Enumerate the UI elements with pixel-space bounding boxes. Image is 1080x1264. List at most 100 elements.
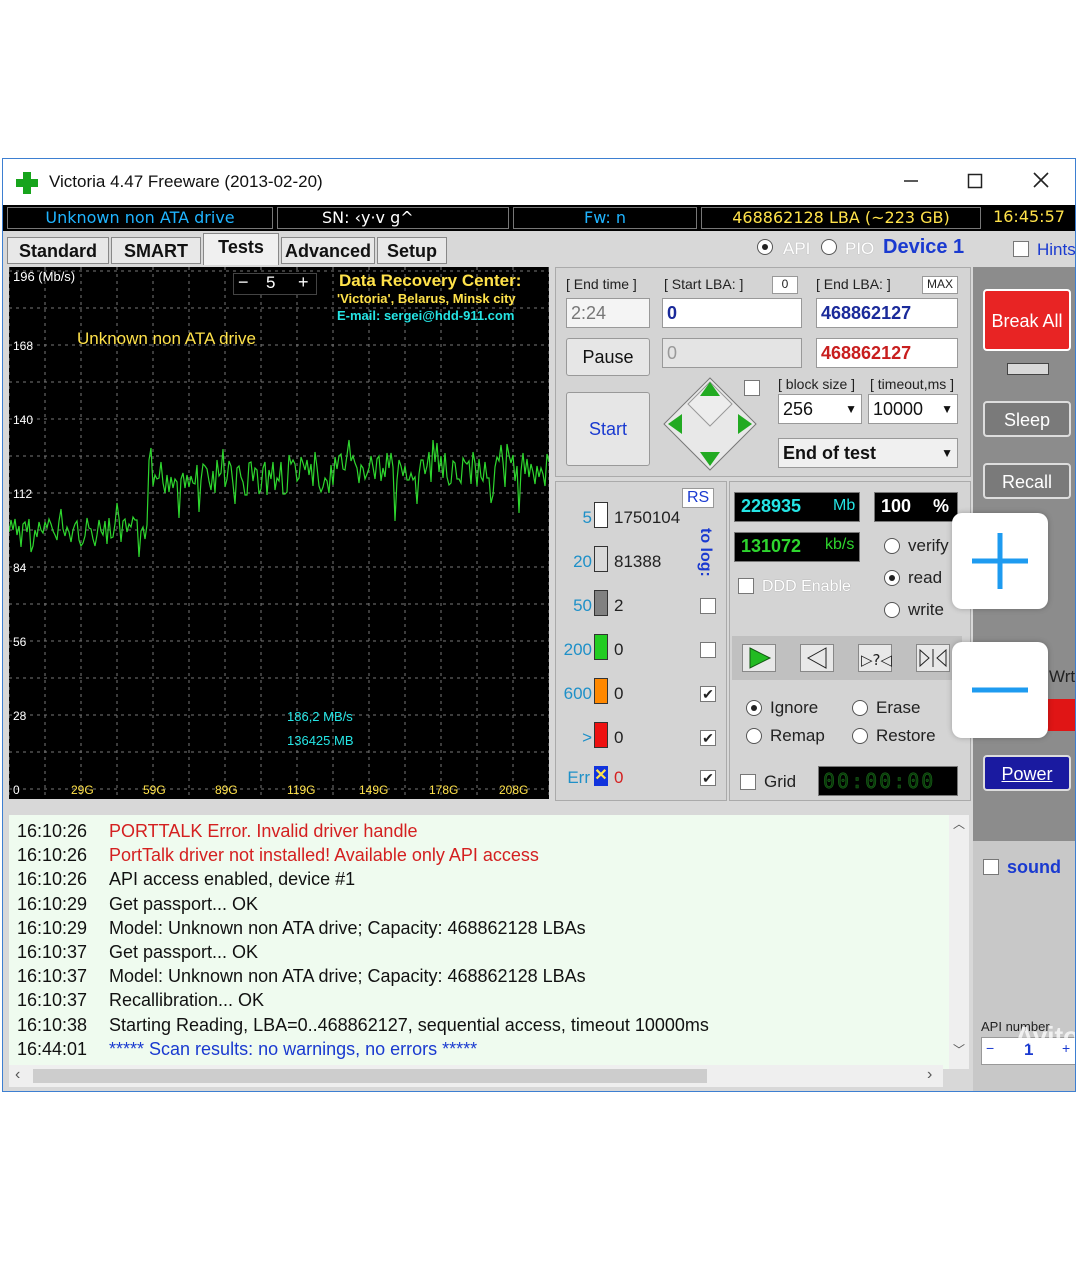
tab-tests[interactable]: Tests	[203, 233, 279, 265]
remap-label: Remap	[770, 726, 825, 745]
clock: 16:45:57	[993, 207, 1065, 226]
tab-standard[interactable]: Standard	[7, 237, 109, 264]
log-checkbox-checked[interactable]: ✔	[700, 770, 716, 786]
zoom-out-button[interactable]	[952, 642, 1048, 738]
play-button[interactable]	[742, 644, 776, 672]
event-log: 16:10:26 PORTTALK Error. Invalid driver h…	[9, 815, 969, 1069]
start-lba-small[interactable]: 0	[772, 276, 798, 294]
end-lba-label: [ End LBA: ]	[816, 276, 891, 292]
log-checkbox[interactable]	[700, 642, 716, 658]
restore-radio[interactable]	[852, 728, 868, 744]
read-speed: 131072 kb/s	[734, 532, 860, 562]
log-entry: 16:44:01 ***** Scan results: no warnings,…	[17, 1039, 477, 1063]
api-number-decrease[interactable]: −	[986, 1040, 994, 1056]
log-message: ***** Scan results: no warnings, no erro…	[109, 1038, 478, 1059]
log-time: 16:10:37	[17, 966, 88, 987]
pio-radio[interactable]	[821, 239, 837, 255]
read-radio[interactable]	[884, 570, 900, 586]
scan-mode-panel: 228935 Mb 100 % 131072 kb/s DDD Enable v…	[729, 481, 971, 801]
zoom-in-button[interactable]	[952, 513, 1048, 609]
log-checkbox[interactable]	[700, 598, 716, 614]
firmware: Fw: n	[513, 207, 697, 229]
svg-text:▷?◁: ▷?◁	[861, 651, 892, 669]
range-swatch	[594, 634, 608, 660]
device-selector[interactable]: Device 1	[883, 236, 964, 259]
log-message: PORTTALK Error. Invalid driver handle	[109, 821, 418, 841]
log-message: API access enabled, device #1	[109, 869, 356, 890]
log-checkbox-checked[interactable]: ✔	[700, 730, 716, 746]
scroll-down-icon[interactable]: ﹀	[953, 1041, 965, 1058]
break-all-button[interactable]: Break All	[983, 289, 1071, 351]
log-message: Starting Reading, LBA=0..468862127, sequ…	[109, 1014, 709, 1035]
verify-radio[interactable]	[884, 538, 900, 554]
green-cross-icon	[16, 172, 38, 194]
maximize-icon	[967, 173, 983, 189]
scroll-thumb[interactable]	[33, 1069, 707, 1083]
ddd-checkbox[interactable]	[738, 578, 754, 594]
scale-stepper[interactable]: − 5 +	[233, 272, 317, 295]
processed-mb-unit: Mb	[833, 497, 856, 514]
erase-radio[interactable]	[852, 700, 868, 716]
processed-mb: 228935 Mb	[734, 492, 860, 522]
log-vertical-scrollbar[interactable]: ︿ ﹀	[949, 815, 969, 1069]
y-tick: 140	[13, 413, 34, 427]
recovery-email: E-mail: sergei@hdd-911.com	[337, 308, 515, 323]
minimize-button[interactable]	[891, 167, 931, 197]
end-time-field[interactable]: 2:24	[566, 298, 650, 328]
api-radio[interactable]	[757, 239, 773, 255]
read-label: read	[908, 568, 943, 587]
start-button[interactable]: Start	[566, 392, 650, 466]
block-size-select[interactable]: 256 ▼	[778, 394, 862, 424]
sound-checkbox[interactable]	[983, 859, 999, 875]
end-action-value: End of test	[783, 443, 876, 463]
pause-button[interactable]: Pause	[566, 338, 650, 376]
remap-radio[interactable]	[746, 728, 762, 744]
grid-checkbox[interactable]	[740, 774, 756, 790]
y-tick: 168	[13, 339, 34, 353]
scroll-left-icon[interactable]: ‹	[15, 1066, 20, 1084]
restore-label: Restore	[876, 726, 936, 745]
second-start-field[interactable]: 0	[662, 338, 802, 368]
start-lba-field[interactable]: 0	[662, 298, 802, 328]
x-tick: 89G	[215, 783, 238, 797]
scale-increase[interactable]: +	[298, 272, 309, 293]
tab-setup[interactable]: Setup	[377, 237, 447, 264]
app-window: Victoria 4.47 Freeware (2013-02-20) Unkn…	[2, 158, 1076, 1092]
seek-end-button[interactable]	[916, 644, 950, 672]
log-entry: 16:10:29 Get passport... OK	[17, 894, 258, 918]
pad-checkbox[interactable]	[744, 380, 760, 396]
x-tick: 149G	[359, 783, 389, 797]
rs-button[interactable]: RS	[682, 488, 715, 508]
scroll-up-icon[interactable]: ︿	[953, 815, 965, 832]
max-button[interactable]: MAX	[922, 276, 958, 294]
end-lba-field[interactable]: 468862127	[816, 298, 958, 328]
write-radio[interactable]	[884, 602, 900, 618]
error-icon: ✕	[594, 766, 608, 786]
second-end-field[interactable]: 468862127	[816, 338, 958, 368]
rewind-button[interactable]	[800, 644, 834, 672]
log-checkbox-checked[interactable]: ✔	[700, 686, 716, 702]
scroll-right-icon[interactable]: ›	[927, 1066, 932, 1084]
range-count: 81388	[614, 552, 662, 571]
range-label: 20	[573, 552, 592, 571]
scale-decrease[interactable]: −	[238, 272, 249, 293]
error-label: Err	[567, 768, 590, 787]
log-time: 16:10:29	[17, 893, 88, 914]
log-horizontal-scrollbar[interactable]: ‹ ›	[9, 1065, 943, 1087]
x-tick: 59G	[143, 783, 166, 797]
elapsed-timer-value: 00:00:00	[823, 769, 936, 794]
hints-checkbox[interactable]	[1013, 241, 1029, 257]
range-label: 50	[573, 596, 592, 615]
recall-button[interactable]: Recall	[983, 463, 1071, 499]
ignore-radio[interactable]	[746, 700, 762, 716]
sleep-button[interactable]: Sleep	[983, 401, 1071, 437]
log-message: Get passport... OK	[109, 942, 259, 962]
end-action-select[interactable]: End of test ▼	[778, 438, 958, 468]
seek-unknown-button[interactable]: ▷?◁	[858, 644, 892, 672]
close-button[interactable]	[1021, 167, 1061, 197]
power-button[interactable]: Power	[983, 755, 1071, 791]
timeout-select[interactable]: 10000 ▼	[868, 394, 958, 424]
tab-smart[interactable]: SMART	[111, 237, 201, 264]
maximize-button[interactable]	[955, 167, 995, 197]
tab-advanced[interactable]: Advanced	[281, 237, 375, 264]
